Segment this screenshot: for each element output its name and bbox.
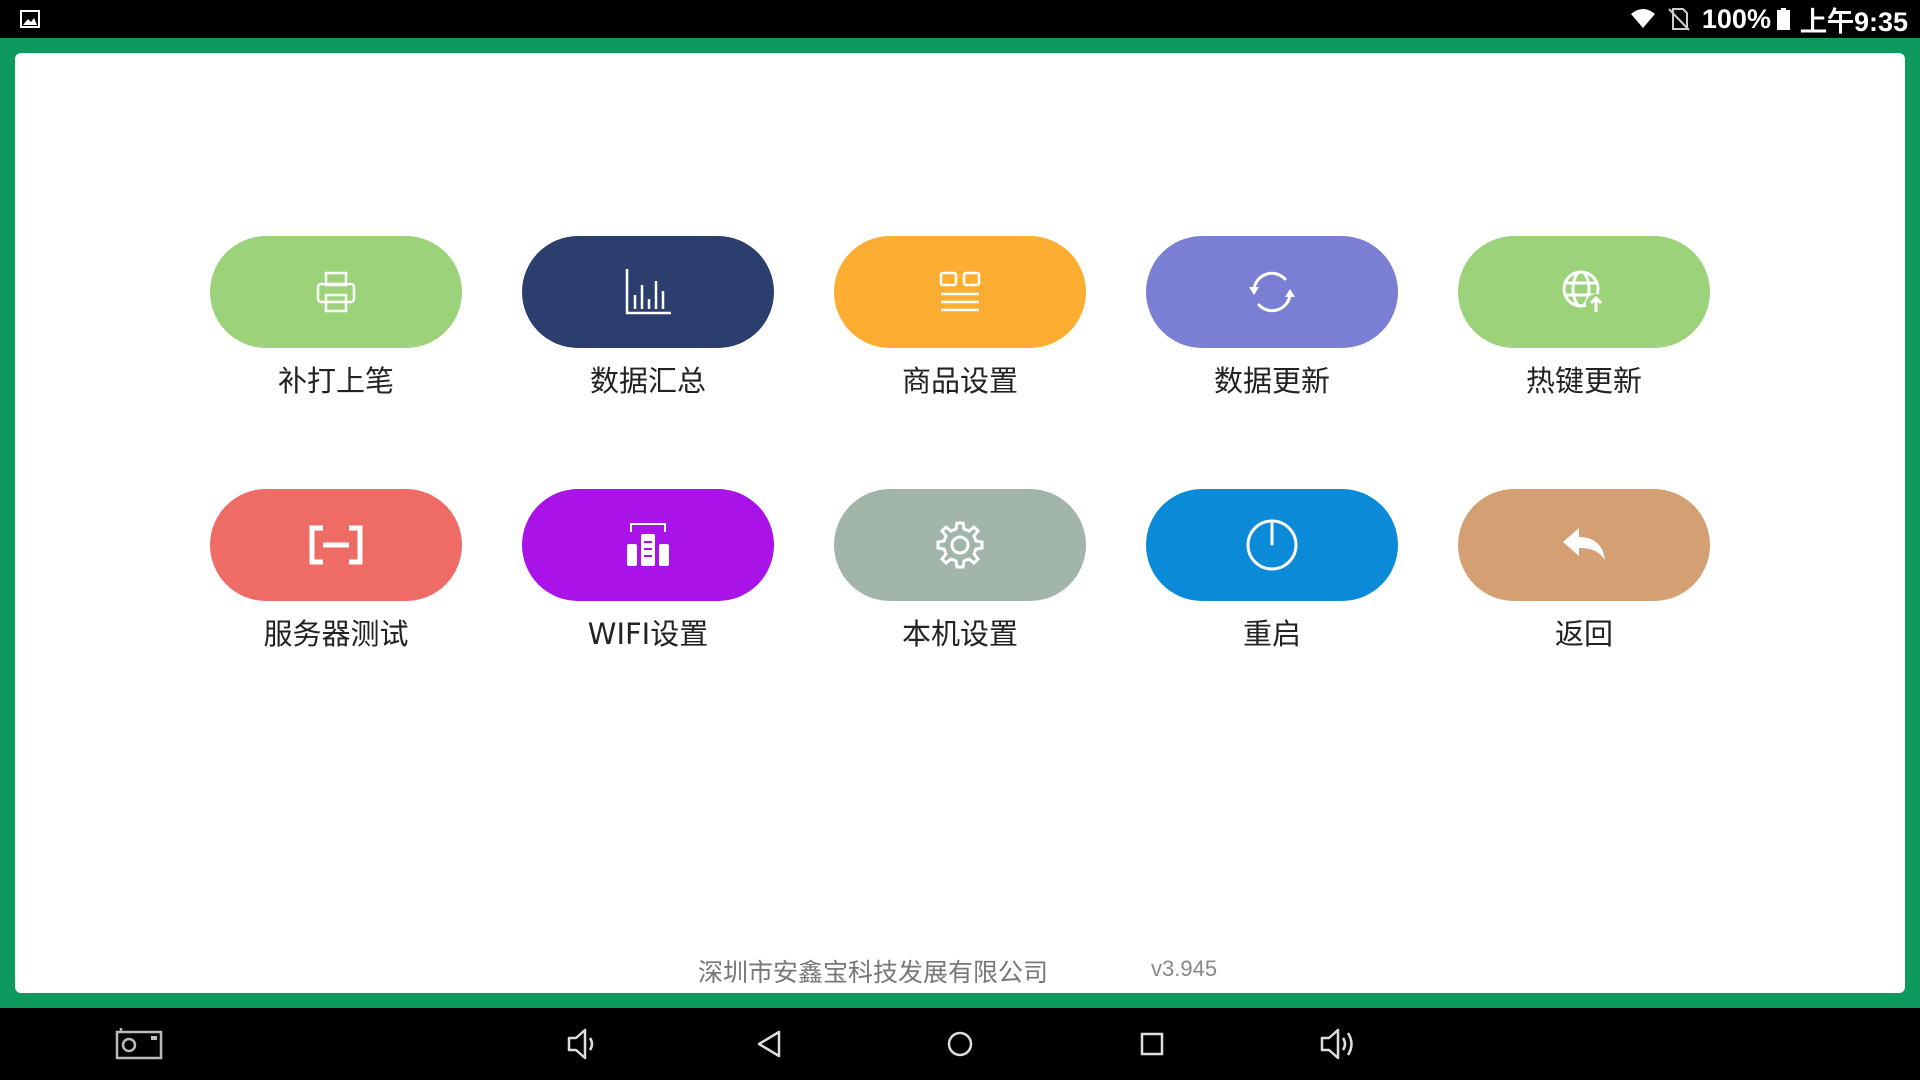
product-grid-icon xyxy=(939,271,981,312)
tile-label: 热键更新 xyxy=(1525,364,1642,398)
home-button[interactable] xyxy=(940,1026,980,1062)
reply-back-icon xyxy=(1563,528,1605,560)
tile-hotkey-update[interactable]: 热键更新 xyxy=(1458,236,1710,406)
return-button[interactable] xyxy=(1458,489,1710,601)
tile-label: 商品设置 xyxy=(901,364,1018,398)
tile-label: 数据汇总 xyxy=(589,364,706,398)
sync-icon xyxy=(1249,271,1295,313)
tile-reprint-last[interactable]: 补打上笔 xyxy=(210,236,462,406)
recents-button[interactable] xyxy=(1132,1026,1172,1062)
tile-label: 重启 xyxy=(1242,617,1301,651)
volume-down-icon xyxy=(567,1028,594,1060)
clock: 上午9:35 xyxy=(1799,6,1908,37)
server-test-button[interactable] xyxy=(210,489,462,601)
volume-down-button[interactable] xyxy=(563,1026,603,1062)
reprint-button[interactable] xyxy=(210,236,462,348)
battery-percent: 100% xyxy=(1701,3,1771,34)
tile-restart[interactable]: 重启 xyxy=(1146,489,1398,659)
navigation-bar xyxy=(0,1008,1920,1080)
menu-panel: 补打上笔 数据汇总 商品设置 数据更新 热键更新 服务器测试 WIFI设置 本机… xyxy=(15,53,1905,993)
tile-label: 本机设置 xyxy=(901,617,1018,651)
product-settings-button[interactable] xyxy=(834,236,1086,348)
tile-label: 补打上笔 xyxy=(277,364,394,398)
tile-label: 返回 xyxy=(1554,617,1613,651)
volume-up-icon xyxy=(1320,1028,1353,1060)
tile-back[interactable]: 返回 xyxy=(1458,489,1710,659)
restart-button[interactable] xyxy=(1146,489,1398,601)
printer-icon xyxy=(316,271,356,313)
tile-label: 服务器测试 xyxy=(263,617,409,651)
device-settings-button[interactable] xyxy=(834,489,1086,601)
status-bar: 100% 上午9:35 xyxy=(0,0,1920,38)
app-version: v3.945 xyxy=(1151,956,1218,981)
globe-upload-icon xyxy=(1562,270,1606,314)
tile-data-summary[interactable]: 数据汇总 xyxy=(522,236,774,406)
tile-server-test[interactable]: 服务器测试 xyxy=(210,489,462,659)
wifi-settings-icon xyxy=(627,523,669,566)
power-icon xyxy=(1246,519,1298,571)
tile-data-update[interactable]: 数据更新 xyxy=(1146,236,1398,406)
wifi-settings-button[interactable] xyxy=(522,489,774,601)
tile-product-settings[interactable]: 商品设置 xyxy=(834,236,1086,406)
recents-icon xyxy=(1140,1032,1164,1056)
back-icon xyxy=(757,1030,781,1058)
tile-wifi-settings[interactable]: WIFI设置 xyxy=(522,489,774,659)
data-update-button[interactable] xyxy=(1146,236,1398,348)
company-name: 深圳市安鑫宝科技发展有限公司 xyxy=(698,958,1049,987)
wifi-icon xyxy=(1630,6,1656,32)
tile-label: 数据更新 xyxy=(1213,364,1330,398)
tile-label: WIFI设置 xyxy=(587,617,709,651)
bar-chart-icon xyxy=(625,269,671,315)
volume-up-button[interactable] xyxy=(1318,1026,1358,1062)
battery-icon xyxy=(1776,8,1790,30)
image-notification-icon xyxy=(20,9,40,29)
tile-device-settings[interactable]: 本机设置 xyxy=(834,489,1086,659)
no-sim-icon xyxy=(1666,6,1692,32)
status-right: 100% 上午9:35 xyxy=(1630,0,1908,38)
hotkey-update-button[interactable] xyxy=(1458,236,1710,348)
back-button[interactable] xyxy=(749,1026,789,1062)
screenshot-icon xyxy=(115,1028,163,1060)
data-summary-button[interactable] xyxy=(522,236,774,348)
gear-icon xyxy=(936,521,984,569)
server-link-icon xyxy=(309,525,363,565)
home-icon xyxy=(947,1031,973,1057)
screenshot-button[interactable] xyxy=(115,1026,163,1062)
app-frame: 补打上笔 数据汇总 商品设置 数据更新 热键更新 服务器测试 WIFI设置 本机… xyxy=(0,38,1920,1008)
